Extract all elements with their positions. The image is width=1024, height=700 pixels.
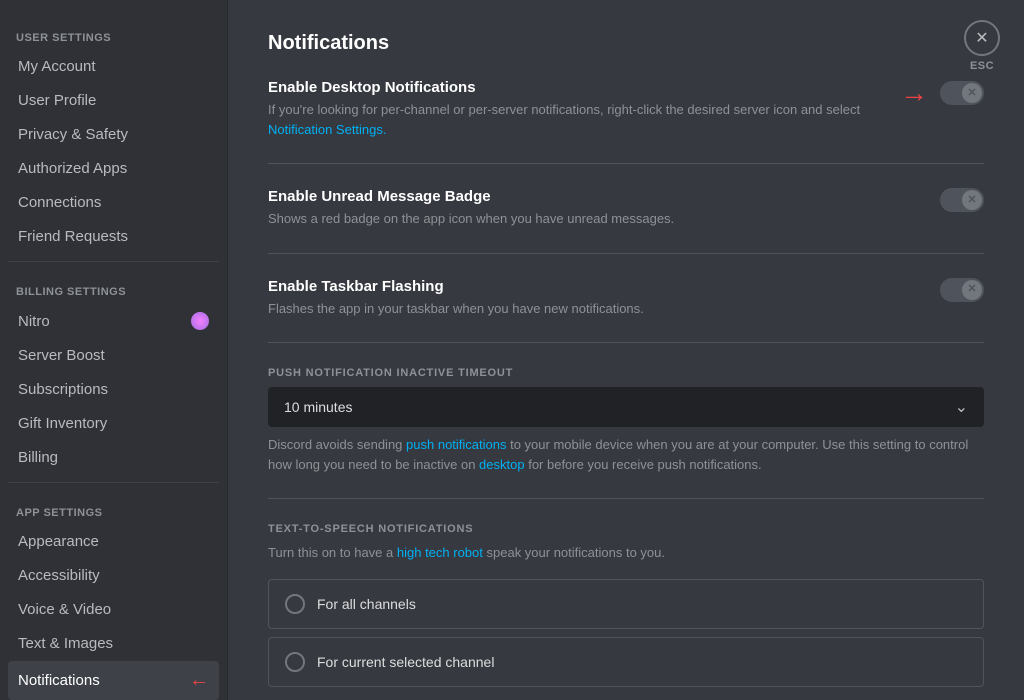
sidebar-item-my-account[interactable]: My Account (8, 50, 219, 83)
taskbar-flashing-info: Enable Taskbar Flashing Flashes the app … (268, 278, 940, 319)
notification-settings-link[interactable]: Notification Settings. (268, 122, 387, 137)
taskbar-flashing-row: Enable Taskbar Flashing Flashes the app … (268, 278, 984, 319)
radio-circle-current (285, 652, 305, 672)
sidebar-divider-2 (8, 482, 219, 483)
sidebar-item-appearance[interactable]: Appearance (8, 525, 219, 558)
billing-settings-label: Billing Settings (8, 270, 219, 302)
sidebar-item-user-profile[interactable]: User Profile (8, 84, 219, 117)
divider-2 (268, 253, 984, 254)
sidebar-red-arrow: ← (189, 669, 209, 692)
close-icon[interactable]: ✕ (964, 20, 1000, 56)
sidebar-divider-1 (8, 261, 219, 262)
sidebar-item-authorized-apps[interactable]: Authorized Apps (8, 152, 219, 185)
sidebar-item-notifications[interactable]: Notifications ← (8, 661, 219, 700)
radio-current-channel[interactable]: For current selected channel (268, 637, 984, 687)
red-arrow-desktop: → (900, 79, 928, 107)
app-settings-label: App Settings (8, 491, 219, 523)
tts-section: Text-to-Speech Notifications Turn this o… (268, 523, 984, 687)
chevron-down-icon: ⌄ (955, 397, 968, 417)
tts-desc: Turn this on to have a high tech robot s… (268, 543, 984, 563)
esc-button[interactable]: ✕ ESC (964, 20, 1000, 72)
sidebar-item-nitro[interactable]: Nitro (8, 304, 219, 338)
radio-circle-all (285, 594, 305, 614)
sidebar-item-connections[interactable]: Connections (8, 186, 219, 219)
desktop-notifications-toggle[interactable]: ✕ (940, 81, 984, 105)
sidebar-item-text-images[interactable]: Text & Images (8, 627, 219, 660)
sidebar: User Settings My Account User Profile Pr… (0, 0, 228, 700)
toggle-knob: ✕ (962, 83, 982, 103)
push-timeout-dropdown[interactable]: 10 minutes ⌄ (268, 387, 984, 427)
desktop-notifications-controls: → ✕ (900, 79, 984, 107)
push-timeout-desc: Discord avoids sending push notification… (268, 435, 984, 474)
divider-1 (268, 163, 984, 164)
nitro-icon (191, 312, 209, 330)
esc-label: ESC (970, 60, 994, 72)
sidebar-item-server-boost[interactable]: Server Boost (8, 339, 219, 372)
taskbar-flashing-title: Enable Taskbar Flashing (268, 278, 920, 295)
sidebar-item-voice-video[interactable]: Voice & Video (8, 593, 219, 626)
sidebar-item-accessibility[interactable]: Accessibility (8, 559, 219, 592)
sidebar-item-billing[interactable]: Billing (8, 441, 219, 474)
desktop-notifications-desc: If you're looking for per-channel or per… (268, 100, 880, 139)
desktop-notifications-row: Enable Desktop Notifications If you're l… (268, 79, 984, 139)
unread-badge-toggle[interactable]: ✕ (940, 188, 984, 212)
radio-all-channels[interactable]: For all channels (268, 579, 984, 629)
sidebar-item-gift-inventory[interactable]: Gift Inventory (8, 407, 219, 440)
desktop-notifications-title: Enable Desktop Notifications (268, 79, 880, 96)
unread-badge-row: Enable Unread Message Badge Shows a red … (268, 188, 984, 229)
divider-3 (268, 342, 984, 343)
unread-badge-info: Enable Unread Message Badge Shows a red … (268, 188, 940, 229)
sidebar-item-subscriptions[interactable]: Subscriptions (8, 373, 219, 406)
page-title: Notifications (268, 32, 984, 55)
desktop-notifications-info: Enable Desktop Notifications If you're l… (268, 79, 900, 139)
unread-badge-desc: Shows a red badge on the app icon when y… (268, 209, 920, 229)
taskbar-flashing-desc: Flashes the app in your taskbar when you… (268, 299, 920, 319)
push-timeout-section: Push Notification Inactive Timeout 10 mi… (268, 367, 984, 474)
radio-label-current: For current selected channel (317, 654, 494, 670)
sidebar-item-friend-requests[interactable]: Friend Requests (8, 220, 219, 253)
radio-label-all: For all channels (317, 596, 416, 612)
unread-badge-title: Enable Unread Message Badge (268, 188, 920, 205)
push-timeout-selected: 10 minutes (284, 399, 352, 415)
toggle-knob-2: ✕ (962, 190, 982, 210)
toggle-knob-3: ✕ (962, 280, 982, 300)
user-settings-label: User Settings (8, 16, 219, 48)
main-content: ✕ ESC Notifications Enable Desktop Notif… (228, 0, 1024, 700)
divider-4 (268, 498, 984, 499)
push-timeout-label: Push Notification Inactive Timeout (268, 367, 984, 379)
tts-label: Text-to-Speech Notifications (268, 523, 984, 535)
taskbar-flashing-toggle[interactable]: ✕ (940, 278, 984, 302)
sidebar-item-privacy-safety[interactable]: Privacy & Safety (8, 118, 219, 151)
